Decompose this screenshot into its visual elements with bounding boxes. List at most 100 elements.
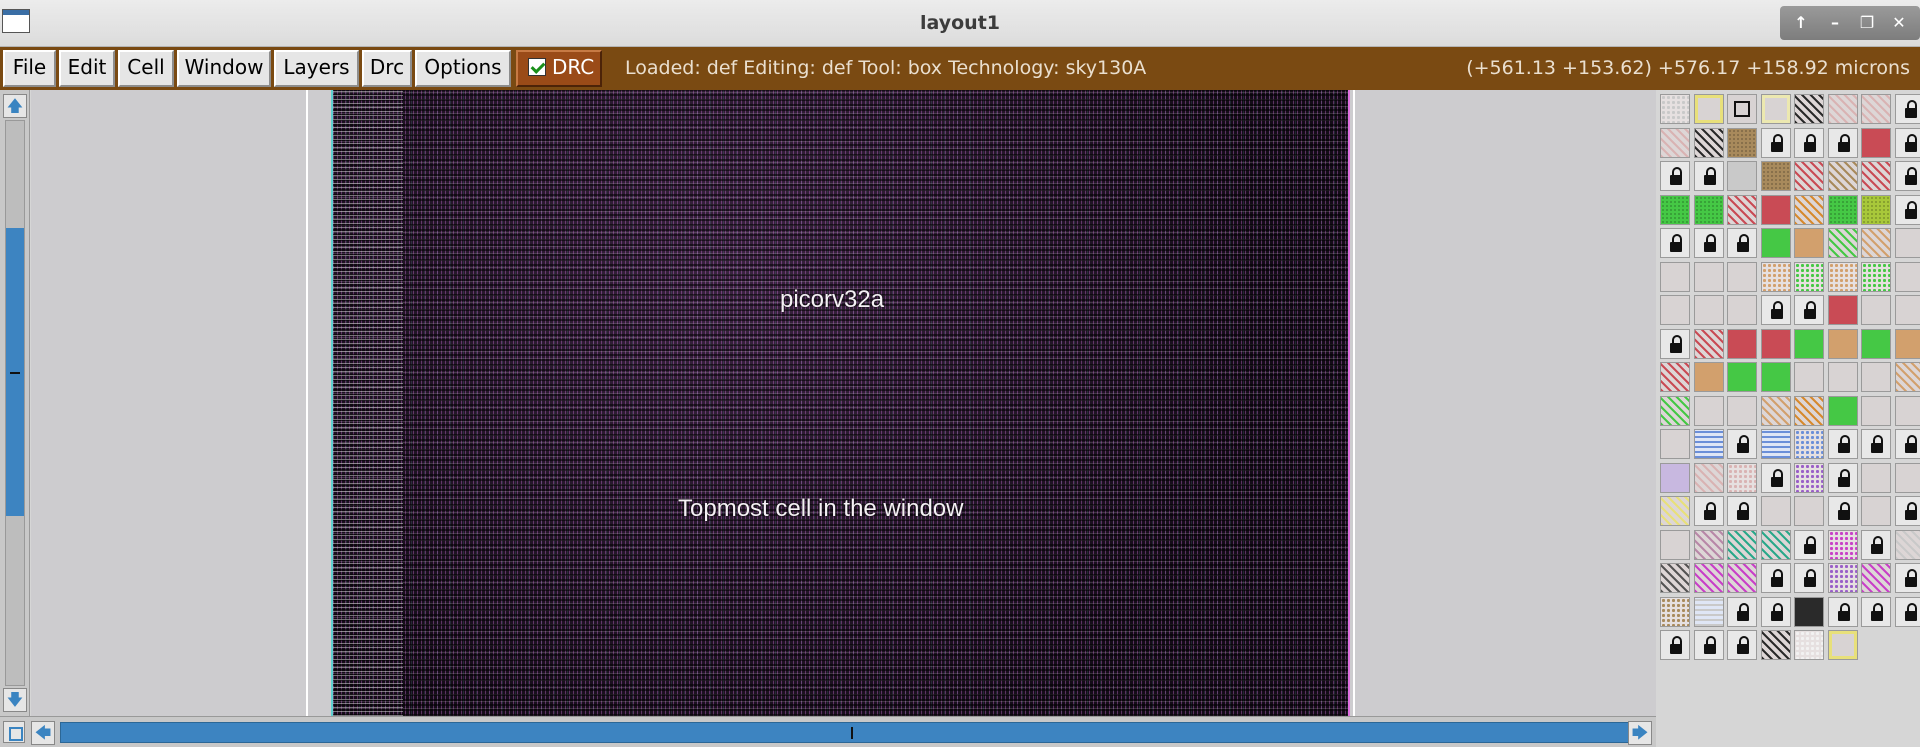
layer-swatch-wave-gray[interactable]: [1693, 596, 1724, 627]
menu-edit[interactable]: Edit: [59, 50, 115, 87]
layer-swatch-solid-red[interactable]: [1760, 328, 1791, 359]
layer-lock-icon[interactable]: [1727, 596, 1757, 627]
layer-swatch-stipple-brown[interactable]: [1760, 161, 1791, 191]
layer-swatch-hatch-yellow[interactable]: [1660, 496, 1690, 526]
layer-swatch-cross-purple[interactable]: [1894, 295, 1920, 325]
layer-lock-icon[interactable]: [1827, 127, 1858, 158]
menu-cell[interactable]: Cell: [118, 50, 174, 87]
zoom-box-icon[interactable]: [3, 721, 25, 743]
layer-lock-icon[interactable]: [1827, 596, 1858, 627]
layer-swatch-hatch-pink[interactable]: [1861, 94, 1891, 124]
vertical-scroll-thumb[interactable]: [6, 228, 24, 516]
layer-swatch-dots-green[interactable]: [1861, 261, 1891, 292]
layer-swatch-solid-green[interactable]: [1861, 328, 1891, 359]
layer-swatch-solid-red[interactable]: [1827, 295, 1858, 325]
layer-swatch-dots-gray[interactable]: [1660, 94, 1690, 124]
layer-swatch-hatch-brown[interactable]: [1827, 161, 1858, 191]
layer-lock-icon[interactable]: [1894, 429, 1920, 459]
layer-lock-icon[interactable]: [1727, 630, 1757, 660]
scroll-up-arrow-icon[interactable]: 🡅: [3, 94, 27, 118]
layer-swatch-hatch-black[interactable]: [1794, 94, 1824, 124]
layer-lock-icon[interactable]: [1760, 127, 1791, 158]
layer-swatch-cross-blue[interactable]: [1727, 261, 1757, 292]
layer-lock-icon[interactable]: [1794, 127, 1824, 158]
layer-swatch-stipple-green[interactable]: [1827, 194, 1858, 225]
layer-swatch-stipple-yellowgreen[interactable]: [1861, 194, 1891, 225]
layer-lock-icon[interactable]: [1827, 429, 1858, 459]
layer-lock-icon[interactable]: [1693, 496, 1724, 526]
minimize-icon[interactable]: –: [1820, 10, 1850, 36]
layer-swatch-cross-blue[interactable]: [1794, 362, 1824, 392]
layer-lock-icon[interactable]: [1794, 529, 1824, 560]
layer-swatch-dots-brown[interactable]: [1660, 596, 1690, 627]
cell-layout-geometry[interactable]: picorv32a Topmost cell in the window: [331, 90, 1350, 716]
layer-swatch-cross-teal[interactable]: [1660, 429, 1690, 459]
layer-swatch-empty-yellow[interactable]: [1827, 630, 1858, 660]
layer-lock-icon[interactable]: [1727, 429, 1757, 459]
layer-swatch-cross-pink[interactable]: [1861, 462, 1891, 493]
layer-swatch-hatch-tan[interactable]: [1861, 228, 1891, 258]
layer-lock-icon[interactable]: [1894, 94, 1920, 124]
layer-swatch-hatch-red[interactable]: [1861, 161, 1891, 191]
layer-swatch-hatch-pink[interactable]: [1827, 94, 1858, 124]
layer-swatch-solid-tan[interactable]: [1894, 328, 1920, 359]
layer-swatch-hatch-red[interactable]: [1727, 194, 1757, 225]
layer-swatch-solid-tan[interactable]: [1794, 228, 1824, 258]
layer-lock-icon[interactable]: [1861, 529, 1891, 560]
horizontal-scrollbar[interactable]: 🡄 🡆: [0, 716, 1656, 747]
layer-swatch-hatch-red[interactable]: [1660, 362, 1690, 392]
layer-lock-icon[interactable]: [1827, 496, 1858, 526]
menu-drc[interactable]: Drc: [362, 50, 412, 87]
layer-lock-icon[interactable]: [1894, 127, 1920, 158]
layer-swatch-hatch-red[interactable]: [1693, 328, 1724, 359]
layer-lock-icon[interactable]: [1760, 563, 1791, 593]
layer-swatch-cross-teal[interactable]: [1693, 261, 1724, 292]
layer-lock-icon[interactable]: [1660, 630, 1690, 660]
layer-swatch-empty-yellow-light[interactable]: [1760, 94, 1791, 124]
layer-lock-icon[interactable]: [1794, 563, 1824, 593]
layer-swatch-solid-green[interactable]: [1760, 362, 1791, 392]
layer-lock-icon[interactable]: [1827, 462, 1858, 493]
layer-swatch-hatch-magenta[interactable]: [1693, 563, 1724, 593]
layer-lock-icon[interactable]: [1760, 295, 1791, 325]
layer-lock-icon[interactable]: [1894, 596, 1920, 627]
layer-swatch-solid-green[interactable]: [1760, 228, 1791, 258]
layer-swatch-dots-pink[interactable]: [1727, 462, 1757, 493]
layer-swatch-hatch-green[interactable]: [1660, 395, 1690, 426]
layer-swatch-cross-purple[interactable]: [1861, 295, 1891, 325]
layer-swatch-cross-teal[interactable]: [1827, 362, 1858, 392]
layer-swatch-dots-green[interactable]: [1794, 261, 1824, 292]
layer-swatch-cross-blue[interactable]: [1660, 295, 1690, 325]
layer-swatch-solid-lavender[interactable]: [1660, 462, 1690, 493]
layer-swatch-empty-yellow[interactable]: [1693, 94, 1724, 124]
layer-swatch-dots-blue[interactable]: [1794, 429, 1824, 459]
layer-lock-icon[interactable]: [1727, 228, 1757, 258]
layer-lock-icon[interactable]: [1693, 630, 1724, 660]
vertical-scroll-track[interactable]: [5, 120, 25, 686]
layer-swatch-hatch-tan[interactable]: [1760, 395, 1791, 426]
layer-swatch-cross-pink[interactable]: [1894, 462, 1920, 493]
scroll-left-arrow-icon[interactable]: 🡄: [31, 721, 55, 745]
layer-lock-icon[interactable]: [1894, 194, 1920, 225]
menu-file[interactable]: File: [3, 50, 56, 87]
scroll-right-arrow-icon[interactable]: 🡆: [1628, 721, 1652, 745]
layer-swatch-solid-red[interactable]: [1760, 194, 1791, 225]
layout-canvas[interactable]: picorv32a Topmost cell in the window: [31, 90, 1656, 716]
layer-swatch-hatch-pink[interactable]: [1693, 462, 1724, 493]
layer-lock-icon[interactable]: [1660, 328, 1690, 359]
layer-swatch-cross-teal[interactable]: [1894, 228, 1920, 258]
layer-swatch-hatch-gray[interactable]: [1894, 529, 1920, 560]
scroll-down-arrow-icon[interactable]: 🡇: [3, 688, 27, 712]
layer-lock-icon[interactable]: [1894, 161, 1920, 191]
layer-swatch-hatch-teal[interactable]: [1760, 529, 1791, 560]
layer-swatch-cross-blue[interactable]: [1693, 295, 1724, 325]
layer-swatch-solid-red[interactable]: [1861, 127, 1891, 158]
layer-swatch-solid-tan[interactable]: [1827, 328, 1858, 359]
layer-swatch-cross-pink[interactable]: [1660, 529, 1690, 560]
layer-swatch-cross-teal[interactable]: [1727, 395, 1757, 426]
layer-swatch-hatch-black[interactable]: [1760, 630, 1791, 660]
layer-swatch-solid-tan[interactable]: [1693, 362, 1724, 392]
layer-swatch-stipple-green[interactable]: [1693, 194, 1724, 225]
layer-lock-icon[interactable]: [1760, 596, 1791, 627]
horizontal-scroll-thumb[interactable]: [60, 722, 1630, 743]
